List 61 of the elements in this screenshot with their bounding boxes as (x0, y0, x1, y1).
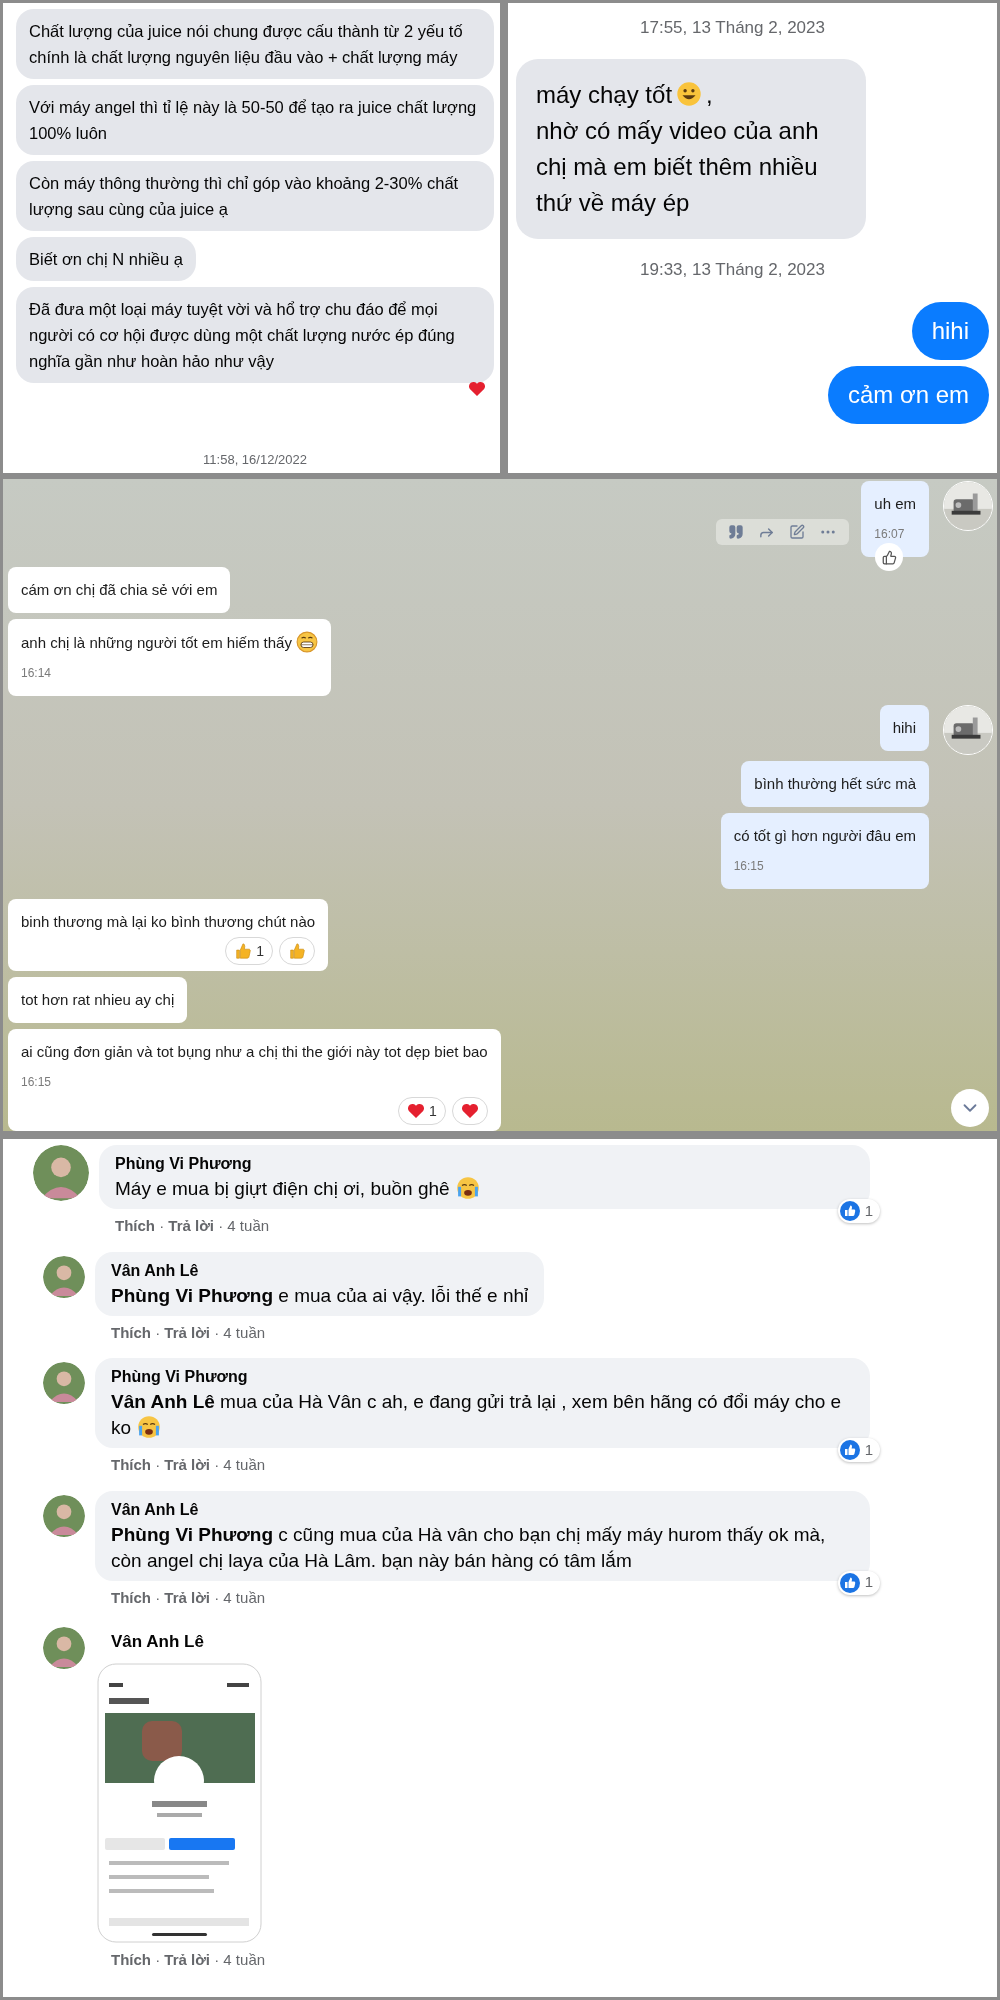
message-bubble: Biết ơn chị N nhiều ạ (16, 237, 196, 281)
comment-actions: Thích · Trả lời · 4 tuần (110, 1949, 267, 1970)
timestamp: 11:58, 16/12/2022 (203, 450, 307, 469)
comment-author: Vân Anh Lê (110, 1631, 205, 1653)
message-bubble: Với máy angel thì tỉ lệ này là 50-50 để tạo ra juice chất lượng 100% luôn (16, 85, 494, 155)
reaction-button[interactable] (451, 1096, 488, 1125)
message-text: bình thường hết sức mà (754, 774, 916, 795)
timestamp: 17:55, 13 Tháng 2, 2023 (640, 17, 825, 39)
avatar (43, 1627, 85, 1669)
like-icon (839, 1572, 860, 1593)
message-bubble: Chất lượng của juice nói chung được cấu thành từ 2 yếu tố chính là chất lượng nguyên liệu đầu vào + chất lượng máy (16, 9, 494, 79)
reaction-button[interactable]: 1 (397, 1096, 446, 1125)
message-bubble: Đã đưa một loại máy tuyệt vời và hổ trợ chu đáo để mọi người có cơ hội được dùng một chất lượng nước ép đúng nghĩa gần như hoàn hảo như vậy (16, 287, 494, 383)
like-badge: 1 (837, 1438, 880, 1462)
like-badge: 1 (837, 1199, 880, 1223)
comment-actions: Thích · Trả lời · 4 tuần (110, 1455, 267, 1475)
thumbs-up-icon (234, 941, 253, 960)
comment-author: Phùng Vi Phương (111, 1367, 249, 1387)
comment-text: Vân Anh Lê mua của Hà Vân c ah, e đang gửi trả lại , xem bên hãng có đổi máy cho e ko (111, 1390, 843, 1441)
message-text: ai cũng đơn giản và tot bụng như a chị thi the giới này tot dẹp biet bao (21, 1041, 488, 1062)
thumbs-up-icon (881, 549, 897, 565)
scroll-down-button[interactable] (951, 1089, 989, 1127)
comment-actions: Thích · Trả lời · 4 tuần (110, 1322, 267, 1343)
message-text: anh chị là những người tốt em hiếm thấy (21, 630, 318, 654)
avatar (43, 1255, 85, 1298)
message-text: hihi (892, 718, 916, 739)
comment-author: Phùng Vi Phương (115, 1154, 253, 1174)
message-text: cám ơn chị đã chia sẻ với em (21, 579, 218, 600)
message-bubble: Còn máy thông thường thì chỉ góp vào khoảng 2-30% chất lượng sau cùng của juice ạ (16, 161, 494, 231)
comment-text: Máy e mua bị giựt điện chị ơi, buồn ghê (115, 1176, 854, 1202)
heart-icon (460, 1102, 479, 1119)
edit-icon[interactable] (789, 524, 806, 540)
thumbs-up-icon (288, 941, 307, 960)
avatar (33, 1145, 89, 1201)
reaction-button[interactable]: 1 (225, 936, 274, 965)
message-text: binh thương mà lại ko bình thương chút nào (21, 911, 316, 932)
like-icon (839, 1440, 860, 1460)
avatar (43, 1362, 85, 1404)
comment-text: Phùng Vi Phương e mua của ai vậy. lỗi thế e nhỉ (111, 1283, 529, 1308)
comment-author: Vân Anh Lê (111, 1260, 200, 1281)
like-badge: 1 (837, 1570, 880, 1595)
message-text: tot hơn rat nhieu ay chị (21, 989, 175, 1010)
quote-icon[interactable] (728, 524, 745, 540)
like-icon (839, 1201, 860, 1221)
comment-author: Vân Anh Lê (111, 1499, 200, 1520)
message-text: có tốt gì hơn người đâu em (733, 826, 916, 847)
message-time: 16:14 (21, 664, 53, 682)
timestamp: 19:33, 13 Tháng 2, 2023 (640, 258, 825, 281)
message-bubble: hihi (911, 302, 989, 360)
message-bubble: cảm ơn em (827, 366, 989, 424)
message-time: 16:07 (874, 526, 906, 543)
comment-text: Phùng Vi Phương c cũng mua của Hà vân cho bạn chị mấy máy hurom thấy ok mà, còn angel chị laya của Hà Lâm. bạn này bán hàng có tâm lắm (111, 1522, 827, 1573)
message-bubble: máy chạy tốt , nhờ có mấy video của anh chị mà em biết thêm nhiều thứ về máy ép (516, 58, 866, 239)
message-time: 16:15 (21, 1073, 53, 1091)
heart-icon (406, 1102, 425, 1119)
comment-actions: Thích · Trả lời · 4 tuần (114, 1216, 271, 1236)
avatar (43, 1494, 85, 1537)
message-time: 16:15 (733, 858, 765, 876)
message-text: uh em (874, 494, 916, 514)
comment-actions: Thích · Trả lời · 4 tuần (110, 1587, 267, 1608)
reaction-button[interactable] (875, 543, 904, 571)
